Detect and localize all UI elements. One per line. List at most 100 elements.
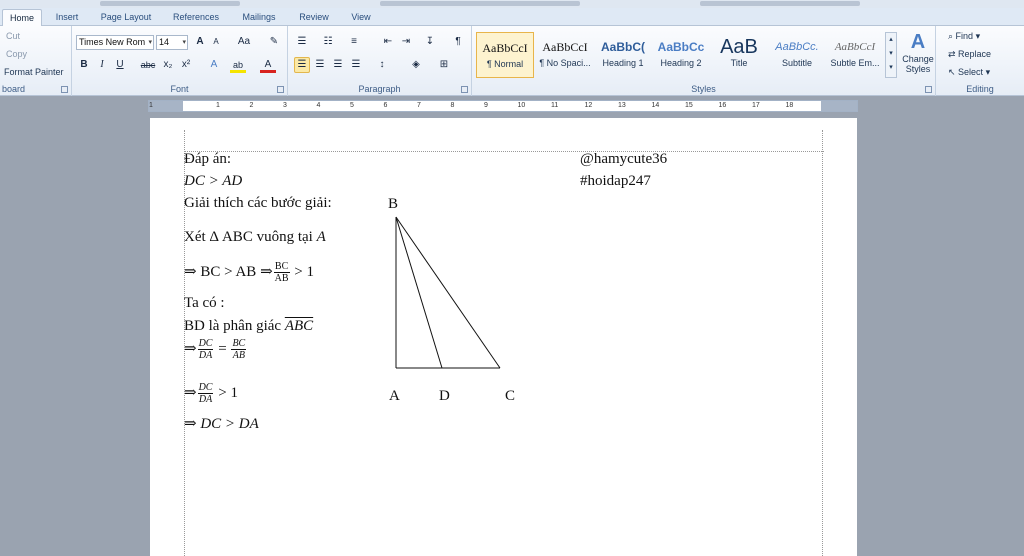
gt-one: > 1 <box>294 263 315 280</box>
style-subtle-emphasis[interactable]: AaBbCcI Subtle Em... <box>826 32 884 78</box>
style-preview: AaB <box>720 36 758 58</box>
consider-text: Xét Δ ABC vuông tại <box>184 229 313 245</box>
replace-button[interactable]: ⇄ Replace <box>948 49 991 60</box>
ruler-tick-label: 2 <box>249 102 254 109</box>
change-styles-label: Change Styles <box>902 54 934 74</box>
styles-group: AaBbCcI ¶ Normal AaBbCcI ¶ No Spaci... A… <box>472 26 936 96</box>
subscript-button[interactable]: x₂ <box>160 57 176 73</box>
underline-button[interactable]: U <box>112 57 128 73</box>
blurred-title <box>700 1 860 6</box>
ruler-tick-label: 4 <box>316 102 321 109</box>
style-name: Subtitle <box>781 58 813 68</box>
clear-formatting-icon[interactable]: ✎ <box>266 34 282 50</box>
italic-button[interactable]: I <box>94 57 110 73</box>
implies-sign: ⇒ <box>184 340 197 357</box>
ta-co-line: Ta có : <box>184 295 225 311</box>
cut-button[interactable]: Cut <box>6 31 20 41</box>
font-size-combo[interactable]: 14 ▾ <box>156 35 188 50</box>
style-preview: AaBbC( <box>601 40 645 54</box>
style-heading-1[interactable]: AaBbC( Heading 1 <box>594 32 652 78</box>
side-bc <box>395 216 501 369</box>
styles-label: Styles <box>691 84 716 94</box>
tab-references[interactable]: References <box>166 9 226 26</box>
style-normal[interactable]: AaBbCcI ¶ Normal <box>476 32 534 78</box>
clipboard-launcher-icon[interactable] <box>61 86 68 93</box>
tab-page-layout[interactable]: Page Layout <box>94 9 158 26</box>
blurred-title <box>100 1 240 6</box>
shrink-font-button[interactable]: A <box>208 34 224 50</box>
bisector-bd <box>395 216 443 369</box>
implies-sign: ⇒ <box>184 263 197 280</box>
fraction-numerator: BC <box>231 338 247 350</box>
style-title[interactable]: AaB Title <box>710 32 768 78</box>
font-color-button[interactable]: A <box>260 57 276 73</box>
decrease-indent-icon[interactable]: ⇤ <box>380 34 396 50</box>
chevron-down-icon: ▾ <box>148 39 152 46</box>
justify-icon[interactable]: ☰ <box>348 57 364 73</box>
shading-icon[interactable]: ◈ <box>408 57 424 73</box>
ruler-tick-label: 9 <box>484 102 488 109</box>
ruler-tick-label: 13 <box>618 102 626 109</box>
tab-view[interactable]: View <box>342 9 380 26</box>
multilevel-list-icon[interactable]: ≡ <box>346 34 362 50</box>
select-label: Select <box>958 67 984 77</box>
ruler-tick-label: 10 <box>517 102 526 109</box>
style-preview: AaBbCcI <box>482 41 528 55</box>
find-button[interactable]: ⌕ Find ▾ <box>948 31 980 42</box>
styles-scroll[interactable]: ▴ ▾ ▾ <box>885 32 897 78</box>
equals-sign: = <box>218 340 227 357</box>
find-label: Find <box>955 31 974 41</box>
fraction-dc-da-2: DC DA <box>197 382 214 405</box>
tab-review[interactable]: Review <box>292 9 336 26</box>
font-launcher-icon[interactable] <box>277 86 284 93</box>
tab-mailings[interactable]: Mailings <box>234 9 284 26</box>
bold-button[interactable]: B <box>76 57 92 73</box>
strikethrough-button[interactable]: abc <box>138 57 158 73</box>
paragraph-launcher-icon[interactable] <box>461 86 468 93</box>
fraction-numerator: DC <box>197 338 214 350</box>
select-button[interactable]: ↖ Select ▾ <box>948 67 990 78</box>
tab-home[interactable]: Home <box>2 9 42 26</box>
tab-insert[interactable]: Insert <box>48 9 86 26</box>
styles-launcher-icon[interactable] <box>925 86 932 93</box>
superscript-button[interactable]: x² <box>178 57 194 73</box>
style-subtitle[interactable]: AaBbCc. Subtitle <box>768 32 826 78</box>
horizontal-ruler[interactable]: 1 1 2 3 4 5 6 7 8 9 10 11 12 13 14 15 16 17 18 <box>148 100 858 112</box>
bullets-icon[interactable]: ☰ <box>294 34 310 50</box>
grow-font-button[interactable]: A <box>192 34 208 50</box>
format-painter-button[interactable]: Format Painter <box>4 67 64 77</box>
fraction-denominator: DA <box>198 394 213 405</box>
align-center-icon[interactable]: ☰ <box>312 57 328 73</box>
ruler-tick-label: 18 <box>785 102 794 109</box>
style-name: ¶ Normal <box>486 59 524 69</box>
gt-one: > 1 <box>218 384 238 401</box>
align-left-icon[interactable]: ☰ <box>294 57 310 73</box>
implies-sign: ⇒ <box>184 384 197 401</box>
answer-statement: DC > AD <box>184 173 242 190</box>
ruler-tick-label: 12 <box>584 102 593 109</box>
style-name: Subtle Em... <box>830 58 880 68</box>
copy-button[interactable]: Copy <box>6 49 27 59</box>
style-no-spacing[interactable]: AaBbCcI ¶ No Spaci... <box>536 32 594 78</box>
font-group: Times New Rom ▾ 14 ▾ A A Aa ✎ B I U abc x₂… <box>72 26 288 96</box>
chevron-down-icon: ▾ <box>182 39 186 46</box>
increase-indent-icon[interactable]: ⇥ <box>398 34 414 50</box>
title-bar <box>0 0 1024 8</box>
sort-icon[interactable]: ↧ <box>422 34 438 50</box>
highlight-button[interactable]: ab <box>230 57 246 73</box>
numbering-icon[interactable]: ☷ <box>320 34 336 50</box>
ratio-gt-line: ⇒ DC DA > 1 <box>184 382 238 405</box>
vertex-label-c: C <box>505 388 516 404</box>
ruler-tick-label: 16 <box>718 102 727 109</box>
style-heading-2[interactable]: AaBbCc Heading 2 <box>652 32 710 78</box>
change-case-button[interactable]: Aa <box>234 34 254 50</box>
ruler-tick-label: 15 <box>685 102 693 109</box>
align-right-icon[interactable]: ☰ <box>330 57 346 73</box>
change-styles-button[interactable]: A Change Styles <box>900 30 936 74</box>
text-effects-button[interactable]: A <box>206 57 222 73</box>
borders-icon[interactable]: ⊞ <box>436 57 452 73</box>
line-spacing-icon[interactable]: ↕ <box>374 57 390 73</box>
show-formatting-button[interactable]: ¶ <box>450 34 466 50</box>
font-name-combo[interactable]: Times New Rom ▾ <box>76 35 154 50</box>
fraction-denominator: DA <box>198 350 213 361</box>
